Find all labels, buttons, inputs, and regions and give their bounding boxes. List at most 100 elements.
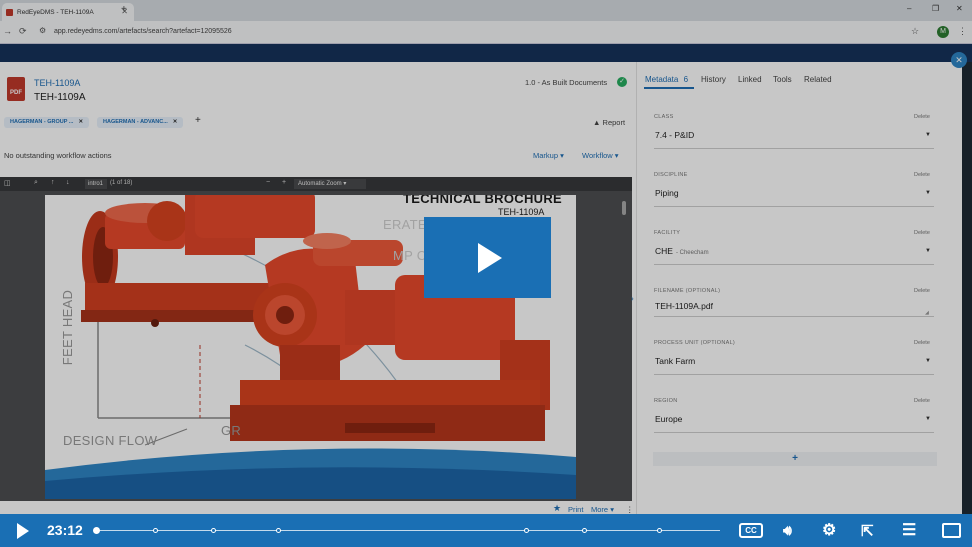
previous-page-icon[interactable]: ↑ <box>51 179 55 186</box>
play-icon <box>478 243 502 273</box>
browser-menu-icon[interactable]: ⋮ <box>958 26 967 37</box>
pdf-scrollbar[interactable] <box>622 201 626 215</box>
page-count: (1 of 18) <box>110 180 133 186</box>
workflow-dropdown[interactable]: Workflow ▾ <box>582 151 619 160</box>
tag-chip[interactable]: HAGERMAN - ADVANC... ✕ <box>97 117 184 128</box>
panel-collapse-icon[interactable]: › <box>631 294 634 303</box>
favicon-icon <box>6 8 13 16</box>
zoom-select[interactable]: Automatic Zoom ▾ <box>294 179 366 189</box>
chapter-marker[interactable] <box>276 528 281 533</box>
minimize-button[interactable]: – <box>907 4 911 13</box>
add-tag-button[interactable]: + <box>195 115 201 126</box>
remove-tag-icon[interactable]: ✕ <box>78 119 83 125</box>
chart-text-fragment: ERATE <box>383 217 427 232</box>
filename-input[interactable]: TEH-1109A.pdf <box>655 301 713 311</box>
play-button[interactable] <box>17 523 29 539</box>
report-button[interactable]: ▲ Report <box>593 118 625 127</box>
chapter-marker[interactable] <box>153 528 158 533</box>
class-field-label: CLASS <box>654 114 674 120</box>
class-delete-button[interactable]: Delete <box>914 114 930 120</box>
modal-close-button[interactable]: ✕ <box>951 52 967 68</box>
site-info-icon[interactable]: ⚙ <box>39 26 46 35</box>
page-number-input[interactable]: intro1 <box>85 179 107 189</box>
workflow-label: Workflow <box>582 151 613 160</box>
caret-down-icon[interactable]: ▼ <box>925 416 931 422</box>
progress-track[interactable] <box>96 530 720 531</box>
process-unit-select[interactable]: Tank Farm <box>655 356 695 366</box>
chart-text-fragment: GR <box>221 423 242 438</box>
chapter-marker[interactable] <box>524 528 529 533</box>
url-input[interactable]: app.redeyedms.com/artefacts/search?artef… <box>54 28 232 35</box>
field-divider <box>654 432 934 433</box>
captions-button[interactable]: CC <box>739 523 763 538</box>
vertical-dots-icon[interactable]: ⋮ <box>626 505 634 514</box>
tab-related[interactable]: Related <box>804 75 832 84</box>
chapters-list-icon[interactable]: ☰ <box>902 520 916 540</box>
facility-subtext: - Cheecham <box>675 250 709 256</box>
share-icon[interactable]: ⇱ <box>861 522 874 540</box>
video-play-overlay-button[interactable] <box>424 217 551 298</box>
caret-down-icon[interactable]: ▼ <box>925 190 931 196</box>
fullscreen-icon[interactable] <box>942 523 961 538</box>
print-button[interactable]: Print <box>568 505 583 514</box>
browser-tab[interactable]: RedEyeDMS - TEH-1109A ✕ <box>2 3 134 21</box>
class-select[interactable]: 7.4 - P&ID <box>655 130 694 140</box>
field-divider <box>654 206 934 207</box>
progress-knob[interactable] <box>93 527 100 534</box>
zoom-in-button[interactable]: + <box>282 179 286 186</box>
caret-down-icon: ▾ <box>614 151 619 160</box>
current-time: 23:12 <box>47 522 83 538</box>
region-delete-button[interactable]: Delete <box>914 398 930 404</box>
new-tab-button[interactable]: + <box>121 4 127 15</box>
tag-chip[interactable]: HAGERMAN - GROUP ... ✕ <box>4 117 90 128</box>
facility-delete-button[interactable]: Delete <box>914 230 930 236</box>
field-divider <box>654 148 934 149</box>
star-icon[interactable]: ★ <box>553 503 561 514</box>
browser-tab-bar: RedEyeDMS - TEH-1109A ✕ + – ❐ ✕ <box>0 0 972 21</box>
discipline-delete-button[interactable]: Delete <box>914 172 930 178</box>
brochure-title: TECHNICAL BROCHURE <box>403 195 562 206</box>
process-unit-delete-button[interactable]: Delete <box>914 340 930 346</box>
pdf-file-icon: PDF <box>7 77 25 101</box>
screen: RedEyeDMS - TEH-1109A ✕ + – ❐ ✕ → ⟳ ⚙ ap… <box>0 0 972 547</box>
warning-icon: ▲ <box>593 118 601 127</box>
zoom-out-button[interactable]: − <box>266 179 270 186</box>
tab-label: Metadata <box>645 75 679 84</box>
facility-select[interactable]: CHE - Cheecham <box>655 246 709 256</box>
facility-field-label: FACILITY <box>654 230 681 236</box>
profile-avatar[interactable]: M <box>937 26 949 38</box>
workflow-message: No outstanding workflow actions <box>4 151 112 160</box>
chapter-marker[interactable] <box>211 528 216 533</box>
zoom-value: Automatic Zoom <box>298 181 342 187</box>
more-dropdown[interactable]: More ▾ <box>591 505 614 514</box>
markup-dropdown[interactable]: Markup ▾ <box>533 151 564 160</box>
caret-down-icon[interactable]: ▼ <box>925 132 931 138</box>
sidebar-toggle-icon[interactable]: ◫ <box>4 179 11 187</box>
filename-delete-button[interactable]: Delete <box>914 288 930 294</box>
volume-icon[interactable]: 🔊︎ <box>783 522 792 539</box>
region-select[interactable]: Europe <box>655 414 682 424</box>
reload-icon[interactable]: ⟳ <box>19 26 27 37</box>
bookmark-star-icon[interactable]: ☆ <box>911 26 919 37</box>
tab-metadata[interactable]: Metadata 6 <box>645 75 688 84</box>
tab-linked[interactable]: Linked <box>738 75 762 84</box>
discipline-field-label: DISCIPLINE <box>654 172 688 178</box>
next-page-icon[interactable]: ↓ <box>66 179 70 186</box>
tag-label: HAGERMAN - ADVANC... <box>103 119 168 125</box>
chapter-marker[interactable] <box>657 528 662 533</box>
discipline-select[interactable]: Piping <box>655 188 679 198</box>
caret-down-icon[interactable]: ▼ <box>925 248 931 254</box>
caret-down-icon[interactable]: ▼ <box>925 358 931 364</box>
find-icon[interactable]: ⌕ <box>34 179 38 187</box>
restore-button[interactable]: ❐ <box>932 4 939 13</box>
forward-icon[interactable]: → <box>3 26 12 36</box>
window-close-button[interactable]: ✕ <box>956 4 963 13</box>
settings-gear-icon[interactable]: ⚙ <box>822 520 836 540</box>
tab-tools[interactable]: Tools <box>773 75 792 84</box>
document-link[interactable]: TEH-1109A <box>34 78 80 88</box>
revision-status: 1.0 - As Built Documents <box>525 78 608 87</box>
tab-history[interactable]: History <box>701 75 726 84</box>
chapter-marker[interactable] <box>582 528 587 533</box>
remove-tag-icon[interactable]: ✕ <box>173 119 178 125</box>
add-field-button[interactable]: + <box>653 452 937 466</box>
